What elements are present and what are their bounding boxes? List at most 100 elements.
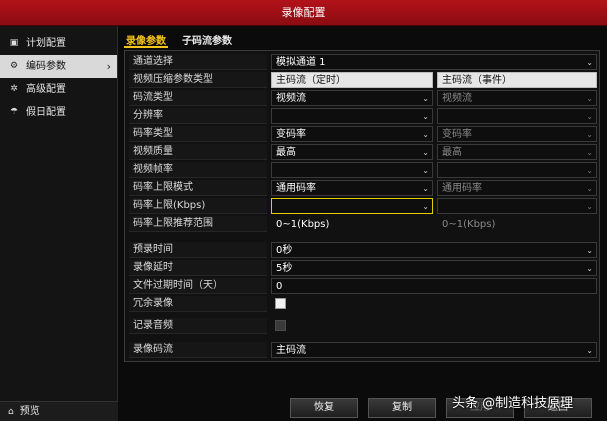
home-icon: ⌂: [8, 406, 14, 417]
frame-rate-select[interactable]: ⌄: [271, 162, 433, 178]
frame-rate-event-select[interactable]: ⌄: [437, 162, 597, 178]
chevron-down-icon: ⌄: [422, 148, 429, 157]
bitrate-max-event-select[interactable]: ⌄: [437, 198, 597, 214]
expire-days-input[interactable]: 0: [271, 278, 597, 294]
chevron-down-icon: ⌄: [586, 58, 593, 67]
settings-panel: 通道选择 模拟通道 1 ⌄ 视频压缩参数类型 主码流（定时） 主码流（事件） 码流…: [124, 50, 600, 362]
sidebar-item-label: 假日配置: [26, 107, 66, 118]
field-label: 文件过期时间（天）: [129, 278, 267, 294]
redundant-checkbox[interactable]: [275, 298, 286, 309]
sidebar: ▣ 计划配置 ⚙ 编码参数 › ✲ 高级配置 ☂ 假日配置 ⌂ 预览: [0, 26, 118, 421]
row-bitrate-range: 码率上限推荐范围 0~1(Kbps) 0~1(Kbps): [125, 215, 601, 233]
field-label: 录像延时: [129, 260, 267, 276]
sidebar-item-label: 高级配置: [26, 84, 66, 95]
chevron-down-icon: ⌄: [422, 130, 429, 139]
channel-select[interactable]: 模拟通道 1 ⌄: [271, 54, 597, 70]
sidebar-item-advanced[interactable]: ✲ 高级配置: [0, 78, 117, 101]
chevron-down-icon: ⌄: [586, 202, 593, 211]
sidebar-item-label: 编码参数: [26, 61, 66, 72]
row-bitrate-max: 码率上限(Kbps) ↖ ⌄ ⌄: [125, 197, 601, 215]
row-stream-type: 码流类型 视频流 ⌄ 视频流 ⌄: [125, 89, 601, 107]
chevron-right-icon: ›: [106, 60, 111, 73]
record-stream-select[interactable]: 主码流 ⌄: [271, 342, 597, 358]
chevron-down-icon: ⌄: [422, 94, 429, 103]
bitrate-range-event-value: 0~1(Kbps): [442, 219, 496, 230]
field-label: 视频压缩参数类型: [129, 72, 267, 88]
field-label: 码率类型: [129, 126, 267, 142]
chevron-down-icon: ⌄: [586, 246, 593, 255]
calendar-icon: ▣: [9, 38, 19, 48]
field-label: 预录时间: [129, 242, 267, 258]
video-quality-select[interactable]: 最高 ⌄: [271, 144, 433, 160]
sidebar-item-holiday[interactable]: ☂ 假日配置: [0, 101, 117, 124]
row-record-stream: 录像码流 主码流 ⌄: [125, 341, 601, 359]
tab-substream-params[interactable]: 子码流参数: [180, 32, 234, 48]
sidebar-item-schedule[interactable]: ▣ 计划配置: [0, 32, 117, 55]
bitrate-type-select[interactable]: 变码率 ⌄: [271, 126, 433, 142]
postrecord-select[interactable]: 5秒 ⌄: [271, 260, 597, 276]
video-quality-event-select[interactable]: 最高 ⌄: [437, 144, 597, 160]
field-label: 码率上限推荐范围: [129, 216, 267, 232]
row-resolution: 分辨率 ⌄ ⌄: [125, 107, 601, 125]
column-header-main-scheduled: 主码流（定时）: [271, 72, 433, 88]
resolution-select[interactable]: ⌄: [271, 108, 433, 124]
field-label: 冗余录像: [129, 296, 267, 312]
row-frame-rate: 视频帧率 ⌄ ⌄: [125, 161, 601, 179]
chevron-down-icon: ⌄: [586, 264, 593, 273]
row-bitrate-mode: 码率上限模式 通用码率 ⌄ 通用码率 ⌄: [125, 179, 601, 197]
settings-icon: ✲: [10, 84, 18, 94]
resolution-event-select[interactable]: ⌄: [437, 108, 597, 124]
field-label: 录像码流: [129, 342, 267, 358]
row-compress-type: 视频压缩参数类型 主码流（定时） 主码流（事件）: [125, 71, 601, 89]
record-audio-checkbox[interactable]: [275, 320, 286, 331]
row-postrecord: 录像延时 5秒 ⌄: [125, 259, 601, 277]
field-label: 视频质量: [129, 144, 267, 160]
stream-type-event-select[interactable]: 视频流 ⌄: [437, 90, 597, 106]
row-bitrate-type: 码率类型 变码率 ⌄ 变码率 ⌄: [125, 125, 601, 143]
chevron-down-icon: ⌄: [586, 148, 593, 157]
sidebar-item-label: 计划配置: [26, 38, 66, 49]
row-channel: 通道选择 模拟通道 1 ⌄: [125, 53, 601, 71]
stream-type-select[interactable]: 视频流 ⌄: [271, 90, 433, 106]
row-expire-days: 文件过期时间（天） 0: [125, 277, 601, 295]
bitrate-max-select[interactable]: ↖ ⌄: [271, 198, 454, 215]
row-record-audio: 记录音频: [125, 317, 601, 335]
chevron-down-icon: ⌄: [586, 94, 593, 103]
bitrate-mode-select[interactable]: 通用码率 ⌄: [271, 180, 433, 196]
chevron-down-icon: ⌄: [586, 130, 593, 139]
window-title: 录像配置: [0, 0, 607, 26]
chevron-down-icon: ⌄: [422, 112, 429, 121]
bitrate-mode-event-select[interactable]: 通用码率 ⌄: [437, 180, 597, 196]
column-header-main-event: 主码流（事件）: [437, 72, 597, 88]
field-label: 码率上限(Kbps): [129, 198, 267, 214]
gear-icon: ⚙: [9, 61, 19, 71]
chevron-down-icon: ⌄: [586, 112, 593, 121]
row-video-quality: 视频质量 最高 ⌄ 最高 ⌄: [125, 143, 601, 161]
chevron-down-icon: ⌄: [422, 202, 429, 211]
bitrate-type-event-select[interactable]: 变码率 ⌄: [437, 126, 597, 142]
sidebar-item-encoding[interactable]: ⚙ 编码参数 ›: [0, 55, 117, 78]
field-label: 记录音频: [129, 318, 267, 334]
field-label: 视频帧率: [129, 162, 267, 178]
preview-label: 预览: [19, 405, 40, 417]
row-redundant: 冗余录像: [125, 295, 601, 313]
chevron-down-icon: ⌄: [422, 166, 429, 175]
chevron-down-icon: ⌄: [422, 184, 429, 193]
watermark: 头条 @制造科技原理: [452, 396, 574, 411]
field-label: 码率上限模式: [129, 180, 267, 196]
chevron-down-icon: ⌄: [586, 166, 593, 175]
copy-button[interactable]: 复制: [368, 398, 436, 418]
row-prerecord: 预录时间 0秒 ⌄: [125, 241, 601, 259]
field-label: 码流类型: [129, 90, 267, 106]
restore-button[interactable]: 恢复: [290, 398, 358, 418]
field-label: 通道选择: [129, 54, 267, 70]
tab-bar: 录像参数 子码流参数: [124, 32, 246, 48]
chevron-down-icon: ⌄: [586, 184, 593, 193]
umbrella-icon: ☂: [9, 107, 19, 117]
chevron-down-icon: ⌄: [586, 346, 593, 355]
tab-record-params[interactable]: 录像参数: [124, 32, 168, 48]
bitrate-range-value: 0~1(Kbps): [276, 219, 330, 230]
prerecord-select[interactable]: 0秒 ⌄: [271, 242, 597, 258]
preview-button[interactable]: ⌂ 预览: [0, 401, 118, 421]
field-label: 分辨率: [129, 108, 267, 124]
